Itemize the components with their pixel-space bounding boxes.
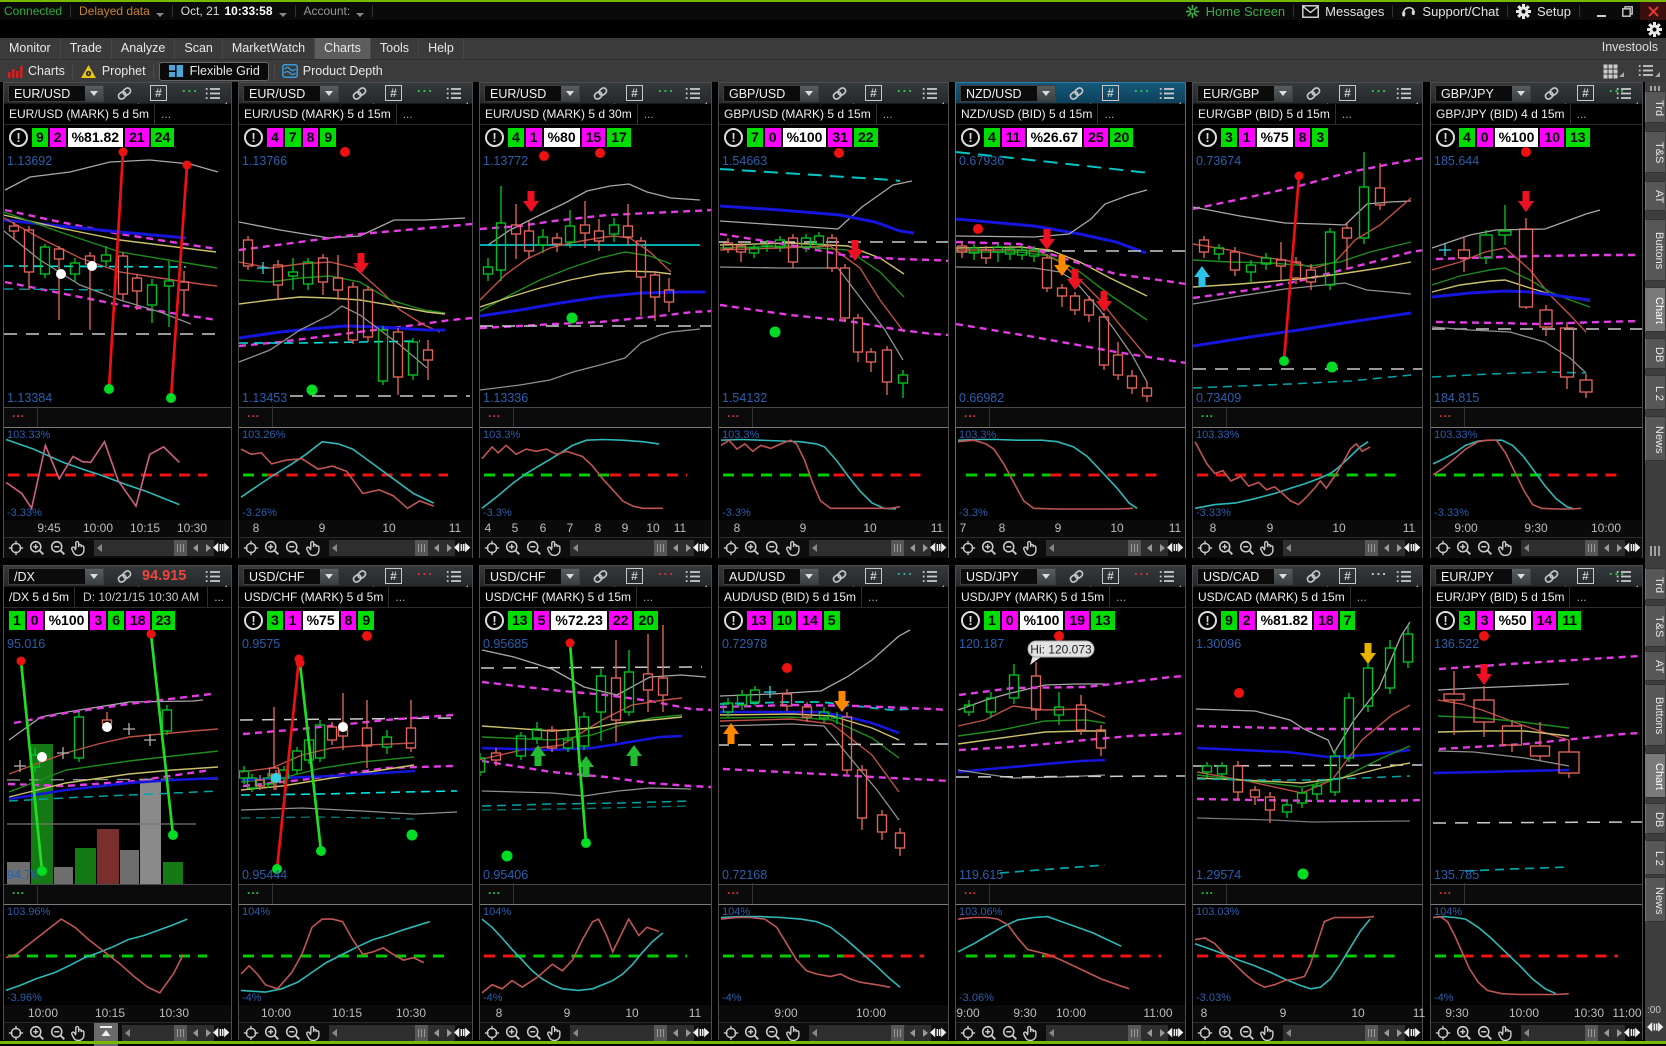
svg-text:Hi: 120.073: Hi: 120.073 [1030, 643, 1092, 657]
